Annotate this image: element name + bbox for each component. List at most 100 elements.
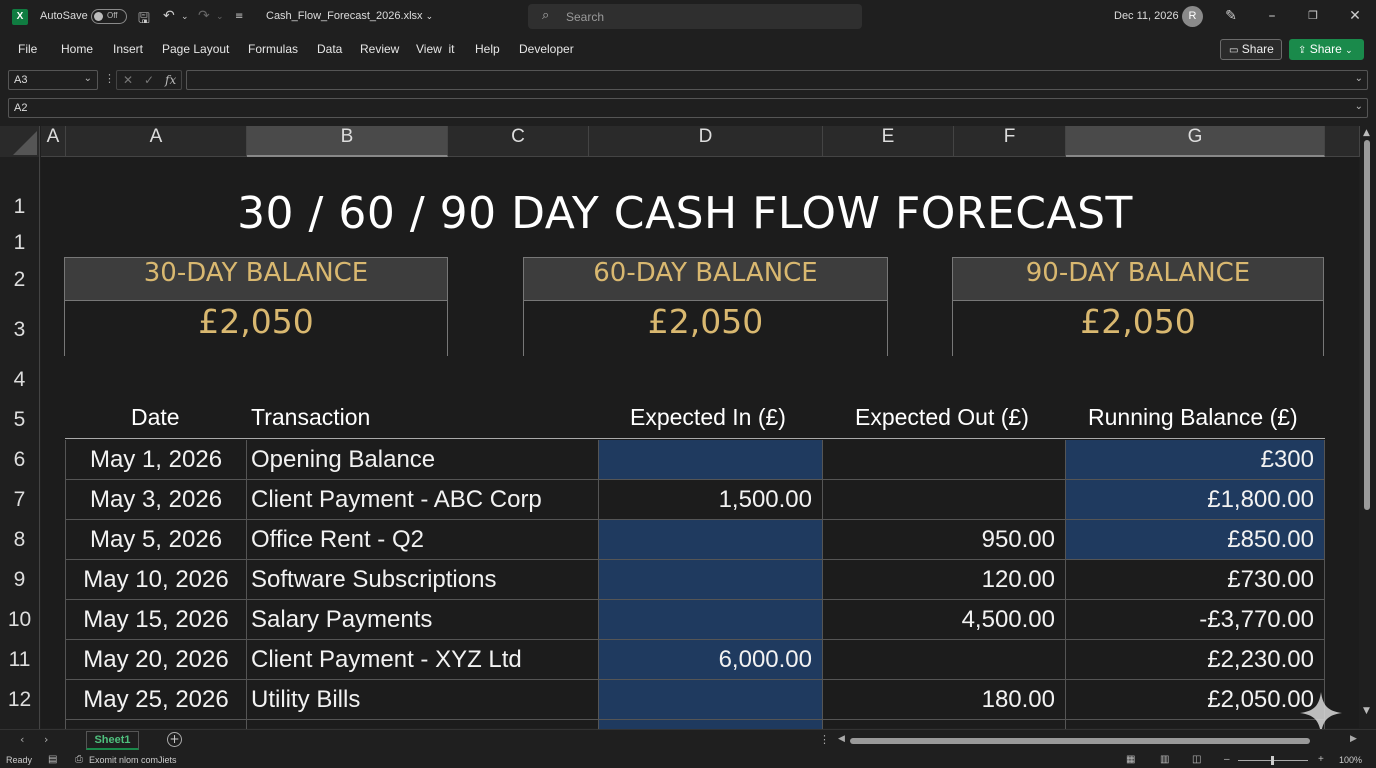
scroll-down-icon[interactable]: ▼ [1363,706,1370,716]
select-all-corner[interactable] [0,126,40,157]
row-header-7[interactable]: 7 [0,480,40,520]
menu-insert[interactable]: Insert [113,42,143,56]
table-cell-balance[interactable]: £300 [1066,440,1325,480]
table-cell-balance[interactable]: £730.00 [1066,560,1325,600]
add-sheet-icon[interactable]: + [167,732,182,747]
row-header-3[interactable]: 3 [0,305,40,355]
cancel-icon[interactable]: ✕ [123,73,133,87]
table-cell-out[interactable]: 120.00 [823,560,1066,600]
menu-view[interactable]: View it [416,42,454,56]
zoom-out-icon[interactable]: – [1224,754,1230,765]
column-header-g[interactable]: G [1066,126,1325,157]
table-cell-balance[interactable]: -£3,770.00 [1066,600,1325,640]
vertical-scrollbar[interactable]: ▲ ▼ [1360,126,1376,728]
table-cell-out[interactable]: 180.00 [823,680,1066,720]
table-cell-in[interactable] [599,520,823,560]
page-break-view-icon[interactable]: ◫ [1192,754,1201,765]
table-cell-transaction[interactable]: Client Payment - XYZ Ltd [247,640,599,680]
table-cell-date[interactable]: May 15, 2026 [65,600,247,640]
menu-data[interactable]: Data [317,42,342,56]
row-header-5[interactable]: 5 [0,400,40,440]
normal-view-icon[interactable]: ▦ [1126,754,1135,765]
table-cell-transaction[interactable]: Software Subscriptions [247,560,599,600]
table-cell-transaction[interactable]: Opening Balance [247,440,599,480]
avatar[interactable]: R [1182,6,1203,27]
page-layout-view-icon[interactable]: ▥ [1160,754,1169,765]
search-input[interactable] [566,8,846,25]
fx-icon[interactable]: fx [165,73,176,87]
table-cell-balance[interactable]: £2,050.00 [1066,680,1325,720]
table-cell-transaction[interactable]: Salary Payments [247,600,599,640]
row-header-11[interactable]: 11 [0,640,40,680]
row-header-4[interactable]: 4 [0,355,40,400]
table-cell-out[interactable]: 4,500.00 [823,600,1066,640]
pen-icon[interactable]: ✎ [1218,6,1244,26]
table-cell-out[interactable]: 950.00 [823,520,1066,560]
horizontal-scroll-thumb[interactable] [850,738,1310,744]
save-icon[interactable]: 🖫 [138,8,150,32]
name-box[interactable]: A3 ⌄ [8,70,98,90]
zoom-in-icon[interactable]: + [1318,754,1324,765]
table-cell-out[interactable] [823,480,1066,520]
menu-help[interactable]: Help [475,42,500,56]
more-tabs-icon[interactable]: ⋮ [819,733,830,746]
file-name[interactable]: Cash_Flow_Forecast_2026.xlsx ⌄ [266,10,433,22]
share-green-button[interactable]: ⇪ Share ⌄ [1289,39,1364,60]
customize-toolbar-icon[interactable]: ≡ [235,11,243,22]
macro-icon[interactable]: ▤ [48,754,57,765]
balance-card-30[interactable]: 30-DAY BALANCE £2,050 [64,257,448,356]
menu-file[interactable]: File [18,42,37,56]
column-header-e[interactable]: E [823,126,954,157]
column-header-c[interactable]: C [448,126,589,157]
tab-prev-icon[interactable]: ‹ [20,733,24,746]
autosave-toggle[interactable]: Off [91,9,127,24]
scroll-right-icon[interactable]: ▶ [1350,734,1357,744]
menu-home[interactable]: Home [61,42,93,56]
secondary-name-box[interactable]: A2 ⌄ [8,98,1368,118]
row-header-2[interactable]: 2 [0,255,40,305]
table-cell-date[interactable]: May 1, 2026 [65,440,247,480]
row-header-12[interactable]: 12 [0,680,40,720]
zoom-slider-knob[interactable] [1271,756,1274,765]
table-cell-out[interactable] [823,440,1066,480]
column-header-d[interactable]: D [589,126,823,157]
table-cell-date[interactable]: May 3, 2026 [65,480,247,520]
table-cell-in[interactable] [599,440,823,480]
column-header[interactable]: A [41,126,66,157]
column-header-f[interactable]: F [954,126,1066,157]
share-button[interactable]: ▭ Share [1220,39,1282,60]
accessibility-status[interactable]: Exomit nlom comJiets [89,755,177,765]
vertical-scroll-thumb[interactable] [1364,140,1370,510]
table-cell-date[interactable]: May 5, 2026 [65,520,247,560]
formula-input[interactable]: ⌄ [186,70,1368,90]
table-cell-in[interactable] [599,600,823,640]
table-cell-in[interactable]: 6,000.00 [599,640,823,680]
column-header-a[interactable]: A [66,126,247,157]
more-options-icon[interactable]: ⋮ [104,72,115,85]
menu-review[interactable]: Review [360,42,399,56]
row-header-9[interactable]: 9 [0,560,40,600]
table-cell-balance[interactable]: £850.00 [1066,520,1325,560]
redo-icon[interactable]: ↷ [198,8,210,24]
column-header-b[interactable]: B [247,126,448,157]
table-cell-out[interactable] [823,640,1066,680]
search-box[interactable]: ⌕ [528,4,862,29]
balance-card-60[interactable]: 60-DAY BALANCE £2,050 [523,257,888,356]
row-header-10[interactable]: 10 [0,600,40,640]
restore-icon[interactable]: ❐ [1300,6,1326,26]
menu-formulas[interactable]: Formulas [248,42,298,56]
row-header-6[interactable]: 6 [0,440,40,480]
undo-dropdown-icon[interactable]: ⌄ [181,12,189,22]
table-cell-transaction[interactable]: Utility Bills [247,680,599,720]
minimize-icon[interactable]: – [1259,6,1285,26]
table-cell-date[interactable]: May 10, 2026 [65,560,247,600]
table-cell-balance[interactable]: £1,800.00 [1066,480,1325,520]
table-cell-in[interactable] [599,560,823,600]
scroll-left-icon[interactable]: ◀ [838,734,845,744]
table-cell-in[interactable]: 1,500.00 [599,480,823,520]
undo-icon[interactable]: ↶ [163,8,175,24]
tab-next-icon[interactable]: › [44,733,48,746]
table-cell-transaction[interactable]: Client Payment - ABC Corp [247,480,599,520]
menu-page-layout[interactable]: Page Layout [162,42,229,56]
table-cell-in[interactable] [599,680,823,720]
